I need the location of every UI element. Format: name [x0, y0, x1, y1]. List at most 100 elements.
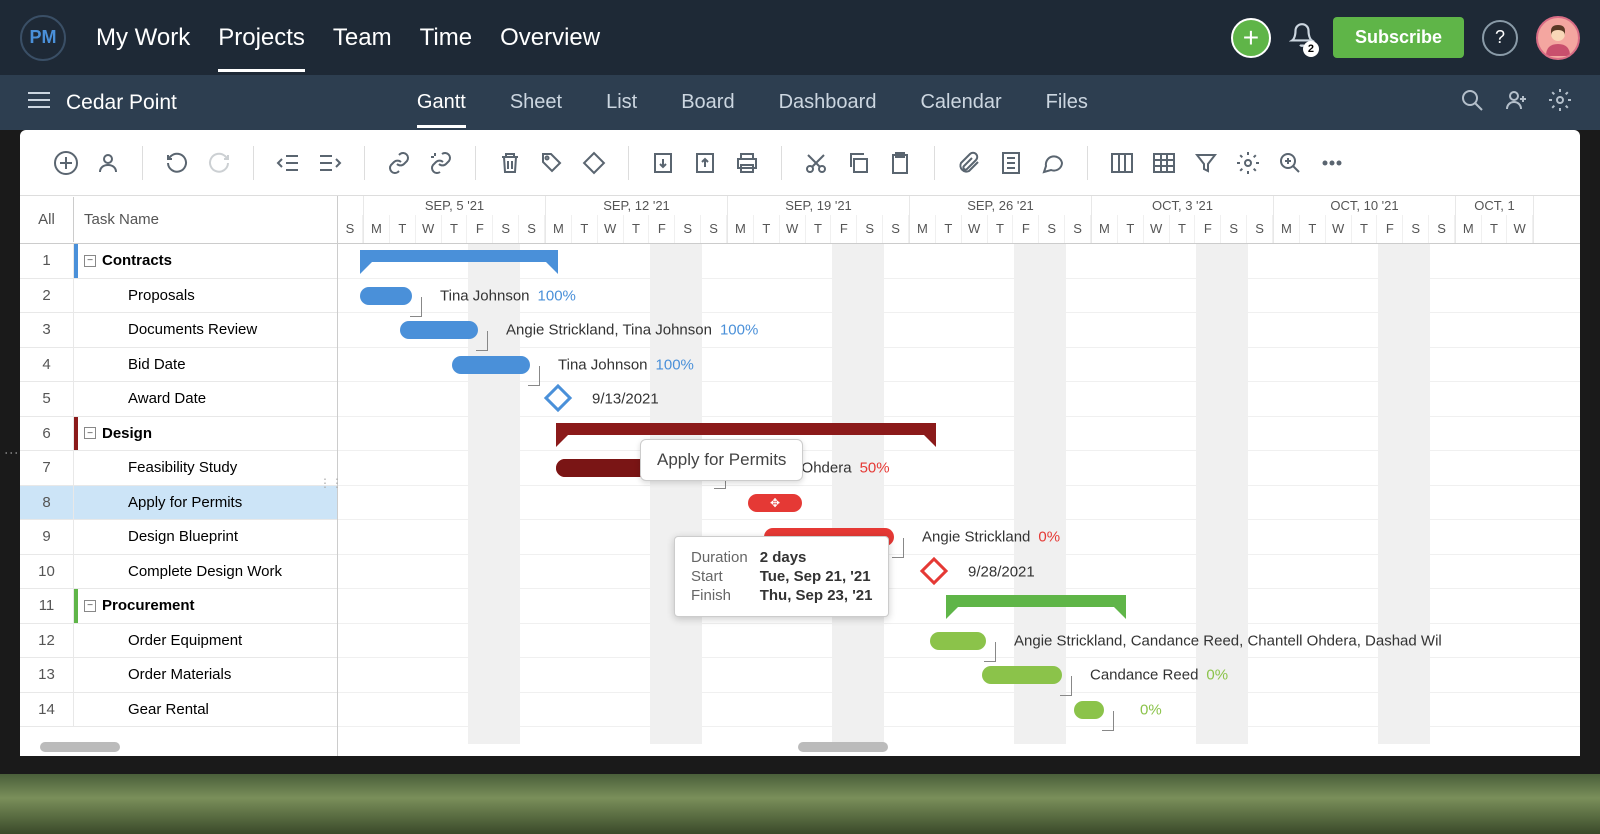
- attach-icon[interactable]: [951, 145, 987, 181]
- note-icon[interactable]: [993, 145, 1029, 181]
- task-row[interactable]: 7Feasibility Study: [20, 451, 337, 486]
- person-icon[interactable]: [90, 145, 126, 181]
- summary-bar[interactable]: [946, 595, 1126, 607]
- gantt-row[interactable]: [338, 589, 1580, 624]
- add-task-icon[interactable]: [48, 145, 84, 181]
- menu-icon[interactable]: [28, 91, 50, 114]
- gantt-row[interactable]: 0%: [338, 693, 1580, 728]
- view-tab-dashboard[interactable]: Dashboard: [779, 77, 877, 128]
- task-row[interactable]: 6−Design: [20, 417, 337, 452]
- task-bar[interactable]: Angie Strickland, Tina Johnson100%: [400, 321, 478, 339]
- gantt-row[interactable]: Angie Strickland0%: [338, 520, 1580, 555]
- print-icon[interactable]: [729, 145, 765, 181]
- filter-icon[interactable]: [1188, 145, 1224, 181]
- task-row[interactable]: 9Design Blueprint: [20, 520, 337, 555]
- task-bar[interactable]: Tina Johnson100%: [360, 287, 412, 305]
- app-logo[interactable]: PM: [20, 15, 66, 61]
- move-cursor-icon[interactable]: ✥: [770, 496, 780, 510]
- paste-icon[interactable]: [882, 145, 918, 181]
- add-button[interactable]: +: [1231, 18, 1271, 58]
- unlink-icon[interactable]: [423, 145, 459, 181]
- outdent-icon[interactable]: [270, 145, 306, 181]
- gantt-row[interactable]: 9/28/2021: [338, 555, 1580, 590]
- view-tab-sheet[interactable]: Sheet: [510, 77, 562, 128]
- header-all[interactable]: All: [20, 197, 74, 242]
- search-icon[interactable]: [1460, 88, 1484, 117]
- cut-icon[interactable]: [798, 145, 834, 181]
- gantt-scrollbar[interactable]: [798, 742, 888, 752]
- user-avatar[interactable]: [1536, 16, 1580, 60]
- gantt-row[interactable]: [338, 244, 1580, 279]
- task-row[interactable]: 12Order Equipment: [20, 624, 337, 659]
- task-row[interactable]: 11−Procurement: [20, 589, 337, 624]
- summary-bar[interactable]: [360, 250, 558, 262]
- task-row[interactable]: 2Proposals: [20, 279, 337, 314]
- collapse-icon[interactable]: −: [84, 255, 96, 267]
- task-bar[interactable]: 0%: [1074, 701, 1104, 719]
- gantt-row[interactable]: [338, 417, 1580, 452]
- main-nav-team[interactable]: Team: [333, 4, 392, 72]
- top-right-controls: + 2 Subscribe ?: [1231, 16, 1580, 60]
- milestone-icon[interactable]: [576, 145, 612, 181]
- view-tab-board[interactable]: Board: [681, 77, 734, 128]
- view-tab-list[interactable]: List: [606, 77, 637, 128]
- export-icon[interactable]: [687, 145, 723, 181]
- notifications-bell-icon[interactable]: 2: [1289, 22, 1315, 53]
- gantt-row[interactable]: ✥: [338, 486, 1580, 521]
- gantt-row[interactable]: Jennifer Ohdera50%: [338, 451, 1580, 486]
- collapse-icon[interactable]: −: [84, 600, 96, 612]
- task-bar[interactable]: Angie Strickland, Candance Reed, Chantel…: [930, 632, 986, 650]
- copy-icon[interactable]: [840, 145, 876, 181]
- task-bar[interactable]: Candance Reed0%: [982, 666, 1062, 684]
- gantt-row[interactable]: 9/13/2021: [338, 382, 1580, 417]
- add-person-icon[interactable]: [1504, 88, 1528, 117]
- week-label: SEP, 5 '21: [364, 196, 545, 215]
- gantt-row[interactable]: Angie Strickland, Candance Reed, Chantel…: [338, 624, 1580, 659]
- task-row[interactable]: 3Documents Review: [20, 313, 337, 348]
- main-nav-my-work[interactable]: My Work: [96, 4, 190, 72]
- main-nav-projects[interactable]: Projects: [218, 4, 305, 72]
- task-row[interactable]: 8Apply for Permits: [20, 486, 337, 521]
- gantt-row[interactable]: Tina Johnson100%: [338, 348, 1580, 383]
- task-bar[interactable]: Tina Johnson100%: [452, 356, 530, 374]
- main-nav-time[interactable]: Time: [420, 4, 472, 72]
- gantt-row[interactable]: Candance Reed0%: [338, 658, 1580, 693]
- gantt-row[interactable]: Angie Strickland, Tina Johnson100%: [338, 313, 1580, 348]
- link-icon[interactable]: [381, 145, 417, 181]
- zoom-icon[interactable]: [1272, 145, 1308, 181]
- trash-icon[interactable]: [492, 145, 528, 181]
- comment-icon[interactable]: [1035, 145, 1071, 181]
- task-row[interactable]: 1−Contracts: [20, 244, 337, 279]
- task-row[interactable]: 5Award Date: [20, 382, 337, 417]
- task-row[interactable]: 10Complete Design Work: [20, 555, 337, 590]
- help-button[interactable]: ?: [1482, 20, 1518, 56]
- view-tab-gantt[interactable]: Gantt: [417, 77, 466, 128]
- tag-icon[interactable]: [534, 145, 570, 181]
- more-icon[interactable]: [1314, 145, 1350, 181]
- columns-icon[interactable]: [1104, 145, 1140, 181]
- task-row[interactable]: 14Gear Rental: [20, 693, 337, 728]
- collapse-icon[interactable]: −: [84, 427, 96, 439]
- milestone-marker[interactable]: [544, 384, 572, 412]
- gantt-row[interactable]: Tina Johnson100%: [338, 279, 1580, 314]
- header-task-name[interactable]: Task Name: [74, 211, 159, 228]
- settings-icon[interactable]: [1548, 88, 1572, 117]
- indent-icon[interactable]: [312, 145, 348, 181]
- main-nav-overview[interactable]: Overview: [500, 4, 600, 72]
- grid-icon[interactable]: [1146, 145, 1182, 181]
- import-icon[interactable]: [645, 145, 681, 181]
- summary-bar[interactable]: [556, 423, 936, 435]
- undo-icon[interactable]: [159, 145, 195, 181]
- task-scrollbar[interactable]: [40, 742, 120, 752]
- gear-icon[interactable]: [1230, 145, 1266, 181]
- subscribe-button[interactable]: Subscribe: [1333, 17, 1464, 58]
- task-row[interactable]: 4Bid Date: [20, 348, 337, 383]
- view-tab-calendar[interactable]: Calendar: [920, 77, 1001, 128]
- milestone-marker[interactable]: [920, 556, 948, 584]
- task-row[interactable]: 13Order Materials: [20, 658, 337, 693]
- redo-icon[interactable]: [201, 145, 237, 181]
- tooltip-field: Duration: [691, 549, 758, 566]
- view-tab-files[interactable]: Files: [1046, 77, 1088, 128]
- task-bar[interactable]: ✥: [748, 494, 802, 512]
- vertical-drag-handle[interactable]: ⋮: [4, 446, 20, 458]
